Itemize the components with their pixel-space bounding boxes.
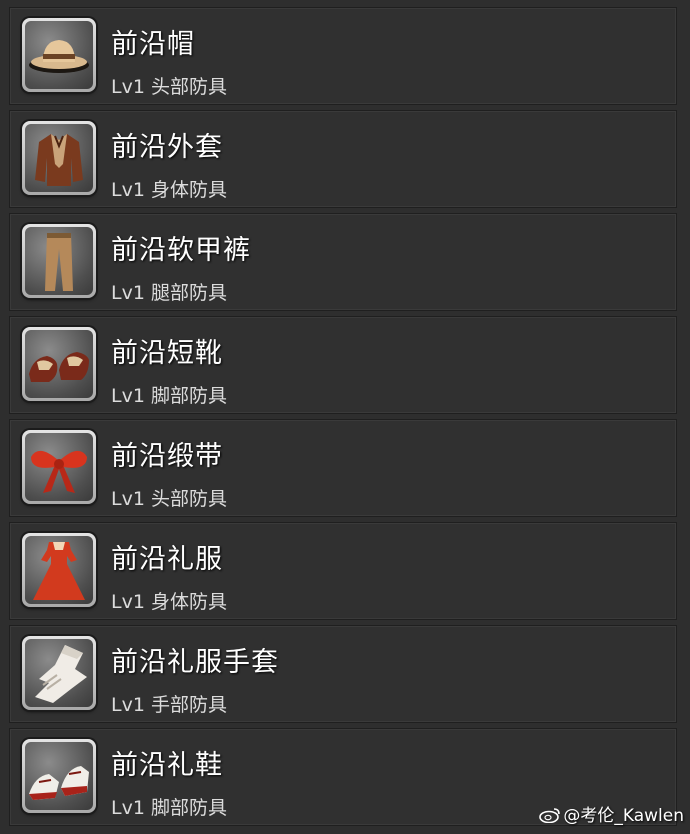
pants-icon xyxy=(22,224,96,298)
jacket-icon xyxy=(22,121,96,195)
heels-icon xyxy=(22,739,96,813)
item-name: 前沿缎带 xyxy=(111,441,223,472)
item-name: 前沿帽 xyxy=(111,29,195,60)
item-meta: Lv1 身体防具 xyxy=(111,591,227,613)
item-name: 前沿短靴 xyxy=(111,338,223,369)
list-item[interactable]: 前沿礼服手套 Lv1 手部防具 xyxy=(9,625,677,723)
dress-icon xyxy=(22,533,96,607)
ribbon-icon xyxy=(22,430,96,504)
item-name: 前沿礼服 xyxy=(111,544,223,575)
item-meta: Lv1 头部防具 xyxy=(111,488,227,510)
list-item[interactable]: 前沿帽 Lv1 头部防具 xyxy=(9,7,677,105)
item-name: 前沿软甲裤 xyxy=(111,235,251,266)
item-name: 前沿礼鞋 xyxy=(111,750,223,781)
item-name: 前沿外套 xyxy=(111,132,223,163)
item-meta: Lv1 脚部防具 xyxy=(111,797,227,819)
item-meta: Lv1 手部防具 xyxy=(111,694,227,716)
watermark: @考伦_Kawlen xyxy=(539,801,684,826)
item-meta: Lv1 腿部防具 xyxy=(111,282,227,304)
shoes-icon xyxy=(22,327,96,401)
weibo-icon xyxy=(539,807,561,824)
hat-icon xyxy=(22,18,96,92)
list-item[interactable]: 前沿礼服 Lv1 身体防具 xyxy=(9,522,677,620)
list-item[interactable]: 前沿外套 Lv1 身体防具 xyxy=(9,110,677,208)
item-meta: Lv1 身体防具 xyxy=(111,179,227,201)
item-name: 前沿礼服手套 xyxy=(111,647,279,678)
gloves-icon xyxy=(22,636,96,710)
watermark-text: @考伦_Kawlen xyxy=(563,806,684,826)
list-item[interactable]: 前沿软甲裤 Lv1 腿部防具 xyxy=(9,213,677,311)
list-item[interactable]: 前沿短靴 Lv1 脚部防具 xyxy=(9,316,677,414)
item-meta: Lv1 头部防具 xyxy=(111,76,227,98)
item-meta: Lv1 脚部防具 xyxy=(111,385,227,407)
list-item[interactable]: 前沿缎带 Lv1 头部防具 xyxy=(9,419,677,517)
